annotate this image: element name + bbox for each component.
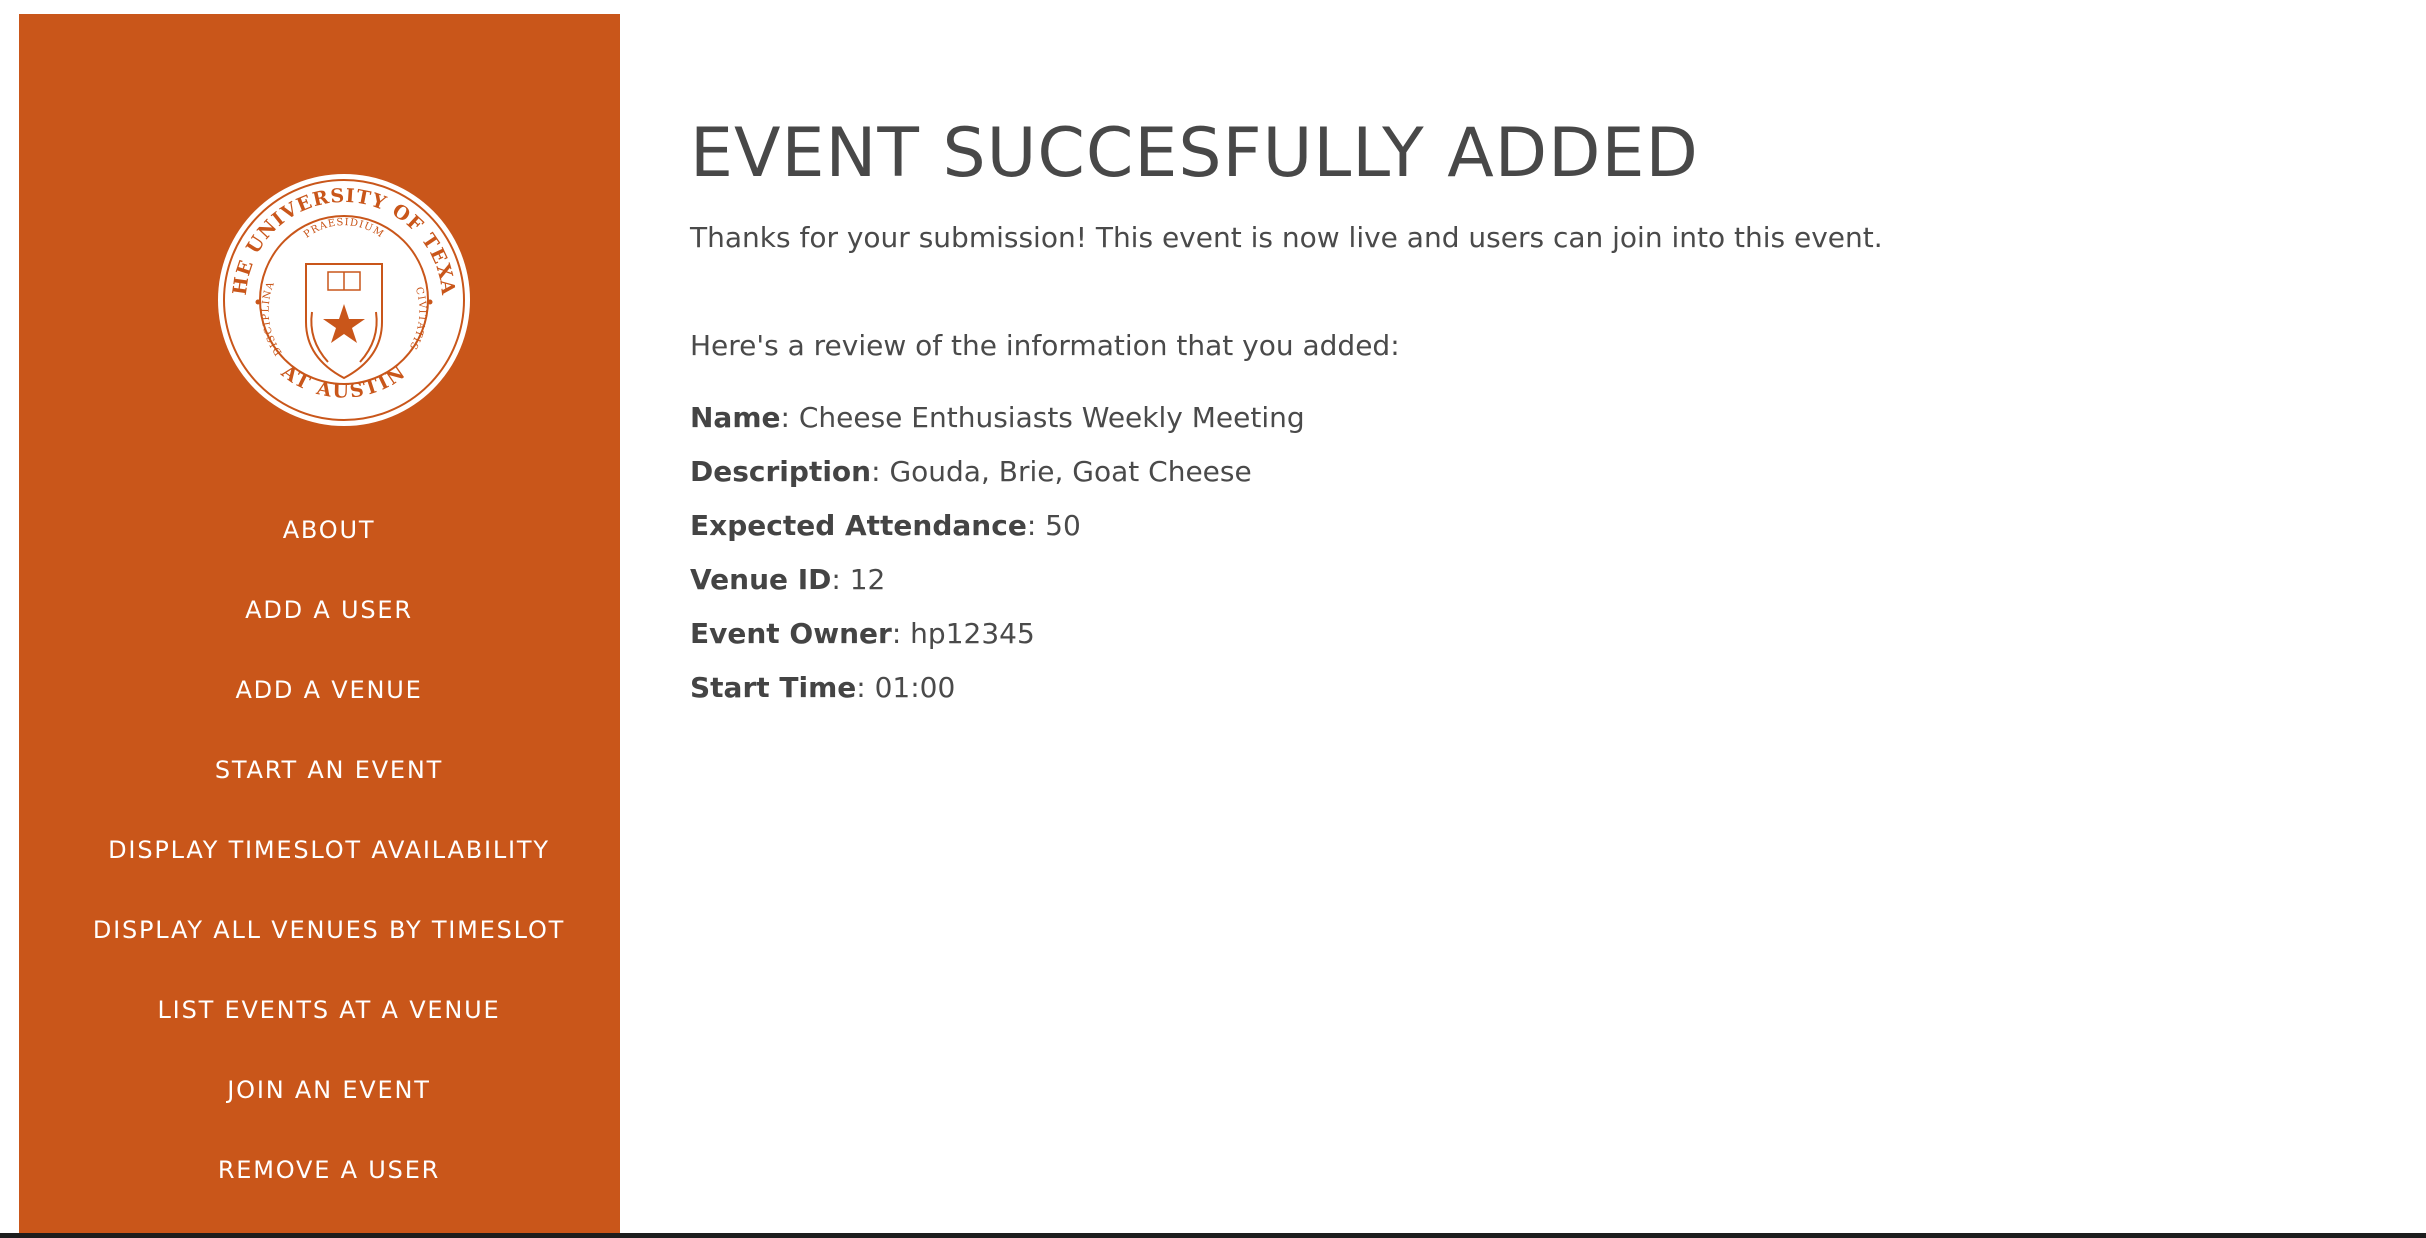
field-value: : Gouda, Brie, Goat Cheese	[871, 455, 1252, 488]
field-label: Description	[690, 455, 872, 488]
page: THE UNIVERSITY OF TEXAS AT AUSTIN PRAESI…	[0, 0, 2426, 1238]
field-label: Venue ID	[690, 563, 832, 596]
sidebar-nav: ABOUT ADD A USER ADD A VENUE START AN EV…	[19, 490, 639, 1210]
confirmation-message: Thanks for your submission! This event i…	[690, 221, 1883, 254]
nav-item-add-venue[interactable]: ADD A VENUE	[19, 650, 639, 730]
nav-item-join-event[interactable]: JOIN AN EVENT	[19, 1050, 639, 1130]
field-label: Name	[690, 401, 781, 434]
university-seal-logo[interactable]: THE UNIVERSITY OF TEXAS AT AUSTIN PRAESI…	[216, 172, 472, 428]
field-value: : 12	[831, 563, 886, 596]
nav-item-display-timeslot-availability[interactable]: DISPLAY TIMESLOT AVAILABILITY	[19, 810, 639, 890]
nav-item-remove-user[interactable]: REMOVE A USER	[19, 1130, 639, 1210]
nav-item-start-event[interactable]: START AN EVENT	[19, 730, 639, 810]
nav-item-display-venues-by-timeslot[interactable]: DISPLAY ALL VENUES BY TIMESLOT	[19, 890, 639, 970]
nav-item-list-events-at-venue[interactable]: LIST EVENTS AT A VENUE	[19, 970, 639, 1050]
field-row-name: Name: Cheese Enthusiasts Weekly Meeting	[690, 400, 2370, 436]
field-label: Event Owner	[690, 617, 892, 650]
field-row-event-owner: Event Owner: hp12345	[690, 616, 2370, 652]
nav-item-about[interactable]: ABOUT	[19, 490, 639, 570]
page-title: EVENT SUCCESFULLY ADDED	[690, 114, 1699, 193]
field-row-description: Description: Gouda, Brie, Goat Cheese	[690, 454, 2370, 490]
field-row-start-time: Start Time: 01:00	[690, 670, 2370, 706]
review-intro: Here's a review of the information that …	[690, 329, 1400, 362]
field-value: : 50	[1026, 509, 1081, 542]
nav-item-add-user[interactable]: ADD A USER	[19, 570, 639, 650]
event-details: Name: Cheese Enthusiasts Weekly Meeting …	[690, 400, 2370, 706]
field-label: Start Time	[690, 671, 857, 704]
field-value: : hp12345	[891, 617, 1035, 650]
sidebar: THE UNIVERSITY OF TEXAS AT AUSTIN PRAESI…	[19, 14, 620, 1233]
window-bottom-edge	[0, 1233, 2426, 1238]
main-content: EVENT SUCCESFULLY ADDED Thanks for your …	[690, 110, 2370, 724]
field-value: : 01:00	[856, 671, 956, 704]
field-row-expected-attendance: Expected Attendance: 50	[690, 508, 2370, 544]
field-label: Expected Attendance	[690, 509, 1027, 542]
field-row-venue-id: Venue ID: 12	[690, 562, 2370, 598]
field-value: : Cheese Enthusiasts Weekly Meeting	[780, 401, 1305, 434]
